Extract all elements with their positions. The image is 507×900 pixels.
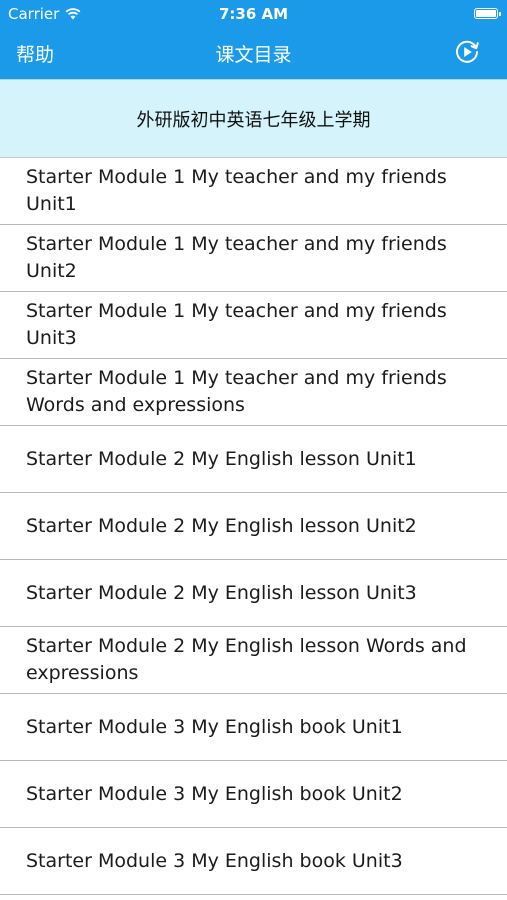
list-item[interactable]: Starter Module 1 My teacher and my frien… bbox=[0, 158, 507, 225]
list-item[interactable]: Starter Module 3 My English book Unit2 bbox=[0, 761, 507, 828]
status-bar: Carrier 7:36 AM bbox=[0, 0, 507, 28]
list-item-label: Starter Module 2 My English lesson Unit1 bbox=[26, 447, 417, 470]
list-item-label: Starter Module 3 My English book Unit3 bbox=[26, 849, 403, 872]
play-circle-icon[interactable] bbox=[453, 38, 481, 66]
list-item-label: Starter Module 1 My teacher and my frien… bbox=[26, 233, 447, 282]
list-item-label: Starter Module 2 My English lesson Unit2 bbox=[26, 514, 417, 537]
list-item[interactable]: Starter Module 2 My English lesson Unit3 bbox=[0, 560, 507, 627]
list-item[interactable]: Starter Module 3 My English book Unit1 bbox=[0, 694, 507, 761]
list-item[interactable]: Starter Module 1 My teacher and my frien… bbox=[0, 292, 507, 359]
top-bar: Carrier 7:36 AM 帮助 课文目录 bbox=[0, 0, 507, 79]
list-item[interactable]: Starter Module 2 My English lesson Unit2 bbox=[0, 493, 507, 560]
page-title: 课文目录 bbox=[215, 44, 292, 66]
section-header: 外研版初中英语七年级上学期 bbox=[0, 79, 507, 158]
list-item-label: Starter Module 3 My English book Unit1 bbox=[26, 715, 403, 738]
list-item-label: Starter Module 1 My teacher and my frien… bbox=[26, 166, 447, 215]
list-item-label: Starter Module 2 My English lesson Unit3 bbox=[26, 581, 417, 604]
list-item-label: Starter Module 1 My teacher and my frien… bbox=[26, 300, 447, 349]
battery-icon bbox=[474, 8, 501, 19]
navigation-bar: 帮助 课文目录 bbox=[0, 28, 507, 79]
status-time: 7:36 AM bbox=[218, 5, 289, 23]
list-item[interactable]: Starter Module 1 My teacher and my frien… bbox=[0, 359, 507, 426]
list-item-label: Starter Module 2 My English lesson Words… bbox=[26, 635, 467, 684]
list-item[interactable]: Starter Module 1 My teacher and my frien… bbox=[0, 225, 507, 292]
list-item-label: Starter Module 1 My teacher and my frien… bbox=[26, 367, 447, 416]
list-item[interactable]: Starter Module 3 My English book Unit3 bbox=[0, 828, 507, 895]
list-item[interactable]: Starter Module 2 My English lesson Words… bbox=[0, 627, 507, 694]
lesson-list: Starter Module 1 My teacher and my frien… bbox=[0, 158, 507, 895]
list-item-label: Starter Module 3 My English book Unit2 bbox=[26, 782, 403, 805]
list-item[interactable]: Starter Module 2 My English lesson Unit1 bbox=[0, 426, 507, 493]
